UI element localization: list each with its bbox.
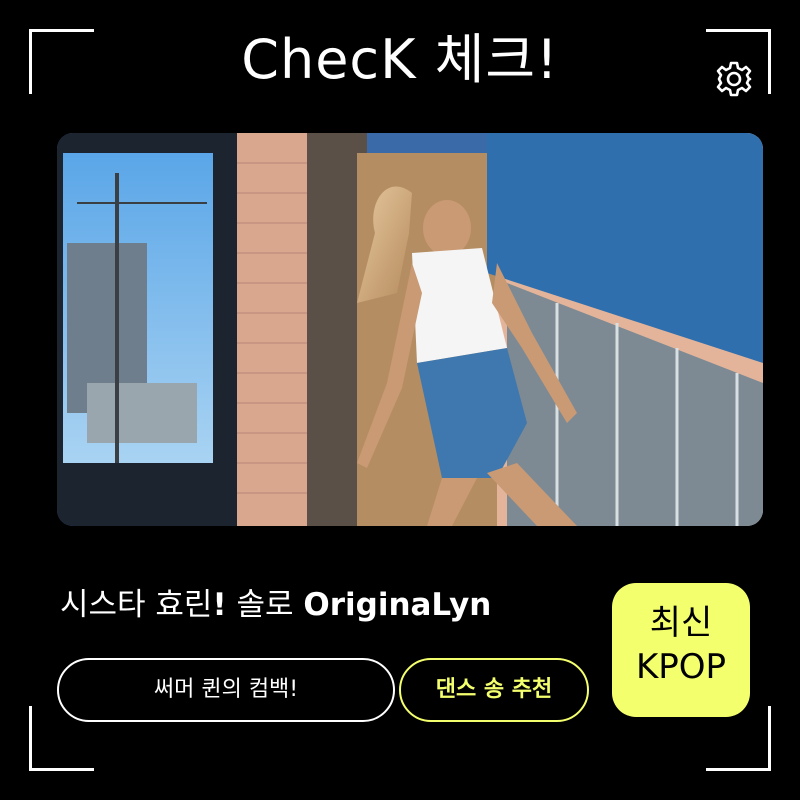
badge-line-1: 최신 (649, 603, 713, 643)
featured-photo (57, 133, 763, 526)
badge-line-2: KPOP (635, 647, 727, 687)
gear-icon[interactable] (715, 60, 753, 98)
headline-album: OriginaLyn (303, 587, 492, 623)
page-title: ChecK 체크! (241, 28, 559, 91)
kpop-badge[interactable]: 최신 KPOP (612, 583, 750, 717)
headline-middle: 솔로 (226, 587, 304, 623)
headline-subject: 시스타 효린 (60, 587, 213, 623)
headline-text: 시스타 효린! 솔로 OriginaLyn (60, 580, 491, 630)
photo-image (57, 133, 763, 526)
comeback-button[interactable]: 써머 퀸의 컴백! (57, 658, 395, 722)
headline-exclaim: ! (212, 587, 227, 623)
dance-song-button[interactable]: 댄스 송 추천 (399, 658, 589, 722)
